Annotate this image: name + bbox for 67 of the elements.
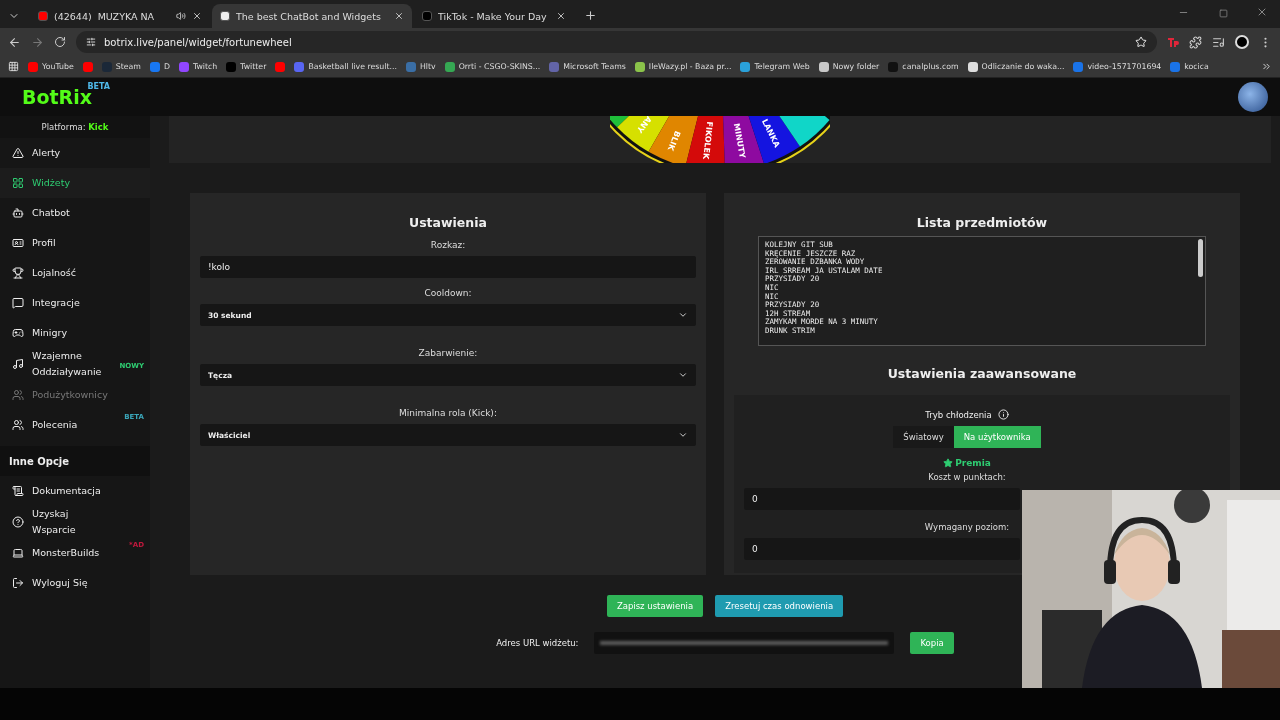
- field-label: Koszt w punktach:: [928, 472, 1006, 482]
- mode-button[interactable]: Światowy: [893, 426, 954, 448]
- scrollbar[interactable]: [1198, 239, 1203, 277]
- more-bookmarks-icon[interactable]: [1261, 61, 1272, 72]
- apps-icon[interactable]: [8, 61, 19, 72]
- browser-tab[interactable]: TikTok - Make Your Day: [414, 4, 574, 28]
- browser-tab[interactable]: (42644) MUZYKA NA: [30, 4, 210, 28]
- sidebar-item[interactable]: Lojalność: [0, 258, 150, 288]
- tab-title: MUZYKA NA: [97, 10, 156, 22]
- panel-title: Ustawienia: [409, 215, 487, 230]
- tab-title: The best ChatBot and Widgets: [236, 10, 382, 22]
- tab-count: (42644): [54, 10, 92, 22]
- extensions-icon[interactable]: [1189, 35, 1202, 49]
- media-icon[interactable]: [1212, 35, 1225, 49]
- extension-icon[interactable]: [1167, 36, 1179, 48]
- panel-title: Lista przedmiotów: [916, 215, 1048, 230]
- star-icon: [943, 458, 954, 468]
- close-icon[interactable]: [1256, 6, 1268, 18]
- site-icon: [422, 11, 432, 21]
- input-field[interactable]: 0: [744, 488, 1020, 510]
- site-icon: [38, 11, 48, 21]
- reload-icon[interactable]: [54, 36, 66, 48]
- field-label: Wymagany poziom:: [924, 522, 1010, 532]
- site-icon: [220, 11, 230, 21]
- new-tab-icon[interactable]: [584, 9, 597, 22]
- field-label: Tryb chłodzenia: [925, 409, 992, 420]
- sidebar-item[interactable]: Minigry: [0, 318, 150, 348]
- bookmark-icon[interactable]: [275, 61, 286, 72]
- field-label: Rozkaz:: [430, 240, 466, 250]
- beta-label: BETA: [87, 82, 111, 91]
- input-field[interactable]: 0: [744, 538, 1020, 560]
- info-icon[interactable]: [997, 409, 1009, 420]
- sidebar-item[interactable]: Dokumentacja: [0, 476, 150, 506]
- field-label: Minimalna rola (Kick):: [399, 408, 497, 418]
- close-icon[interactable]: [394, 11, 404, 21]
- sidebar-item[interactable]: Integracje: [0, 288, 150, 318]
- section-title: Ustawienia zaawansowane: [887, 366, 1077, 381]
- bookmark-icon[interactable]: [82, 61, 93, 72]
- field-label: Zabarwienie:: [418, 348, 478, 358]
- site-info-icon[interactable]: [86, 37, 96, 47]
- input-field[interactable]: !kolo: [200, 256, 696, 278]
- sidebar-item[interactable]: Widżety: [0, 168, 150, 198]
- close-icon[interactable]: [192, 11, 202, 21]
- sidebar-item[interactable]: Uzyskaj Wsparcie: [0, 506, 150, 538]
- chevron-icon: [678, 430, 688, 440]
- close-icon[interactable]: [556, 11, 566, 21]
- sidebar-item[interactable]: Profil: [0, 228, 150, 258]
- forward-icon[interactable]: [31, 35, 44, 49]
- address-bar[interactable]: botrix.live/panel/widget/fortunewheel: [76, 31, 1157, 53]
- sidebar-item[interactable]: Chatbot: [0, 198, 150, 228]
- sidebar-item[interactable]: Wyloguj Się: [0, 568, 150, 598]
- premium-label: Premia: [943, 458, 991, 468]
- tab-title: TikTok - Make Your Day: [438, 10, 548, 22]
- browser-tab[interactable]: The best ChatBot and Widgets: [212, 4, 412, 28]
- back-icon[interactable]: [8, 35, 21, 49]
- avatar[interactable]: [1238, 82, 1268, 112]
- chevron-icon: [678, 310, 688, 320]
- platform-label: Platforma: Kick: [0, 116, 150, 138]
- section-heading: Inne Opcje: [0, 446, 150, 476]
- maximize-icon[interactable]: [1219, 9, 1228, 18]
- profile-icon[interactable]: [1235, 35, 1249, 49]
- bookmark-star-icon[interactable]: [1135, 36, 1147, 48]
- field-label: Cooldown:: [424, 288, 472, 298]
- chevron-icon: [678, 370, 688, 380]
- sidebar-item[interactable]: Alerty: [0, 138, 150, 168]
- url-field[interactable]: [594, 632, 895, 654]
- field-label: Adres URL widżetu:: [496, 638, 579, 648]
